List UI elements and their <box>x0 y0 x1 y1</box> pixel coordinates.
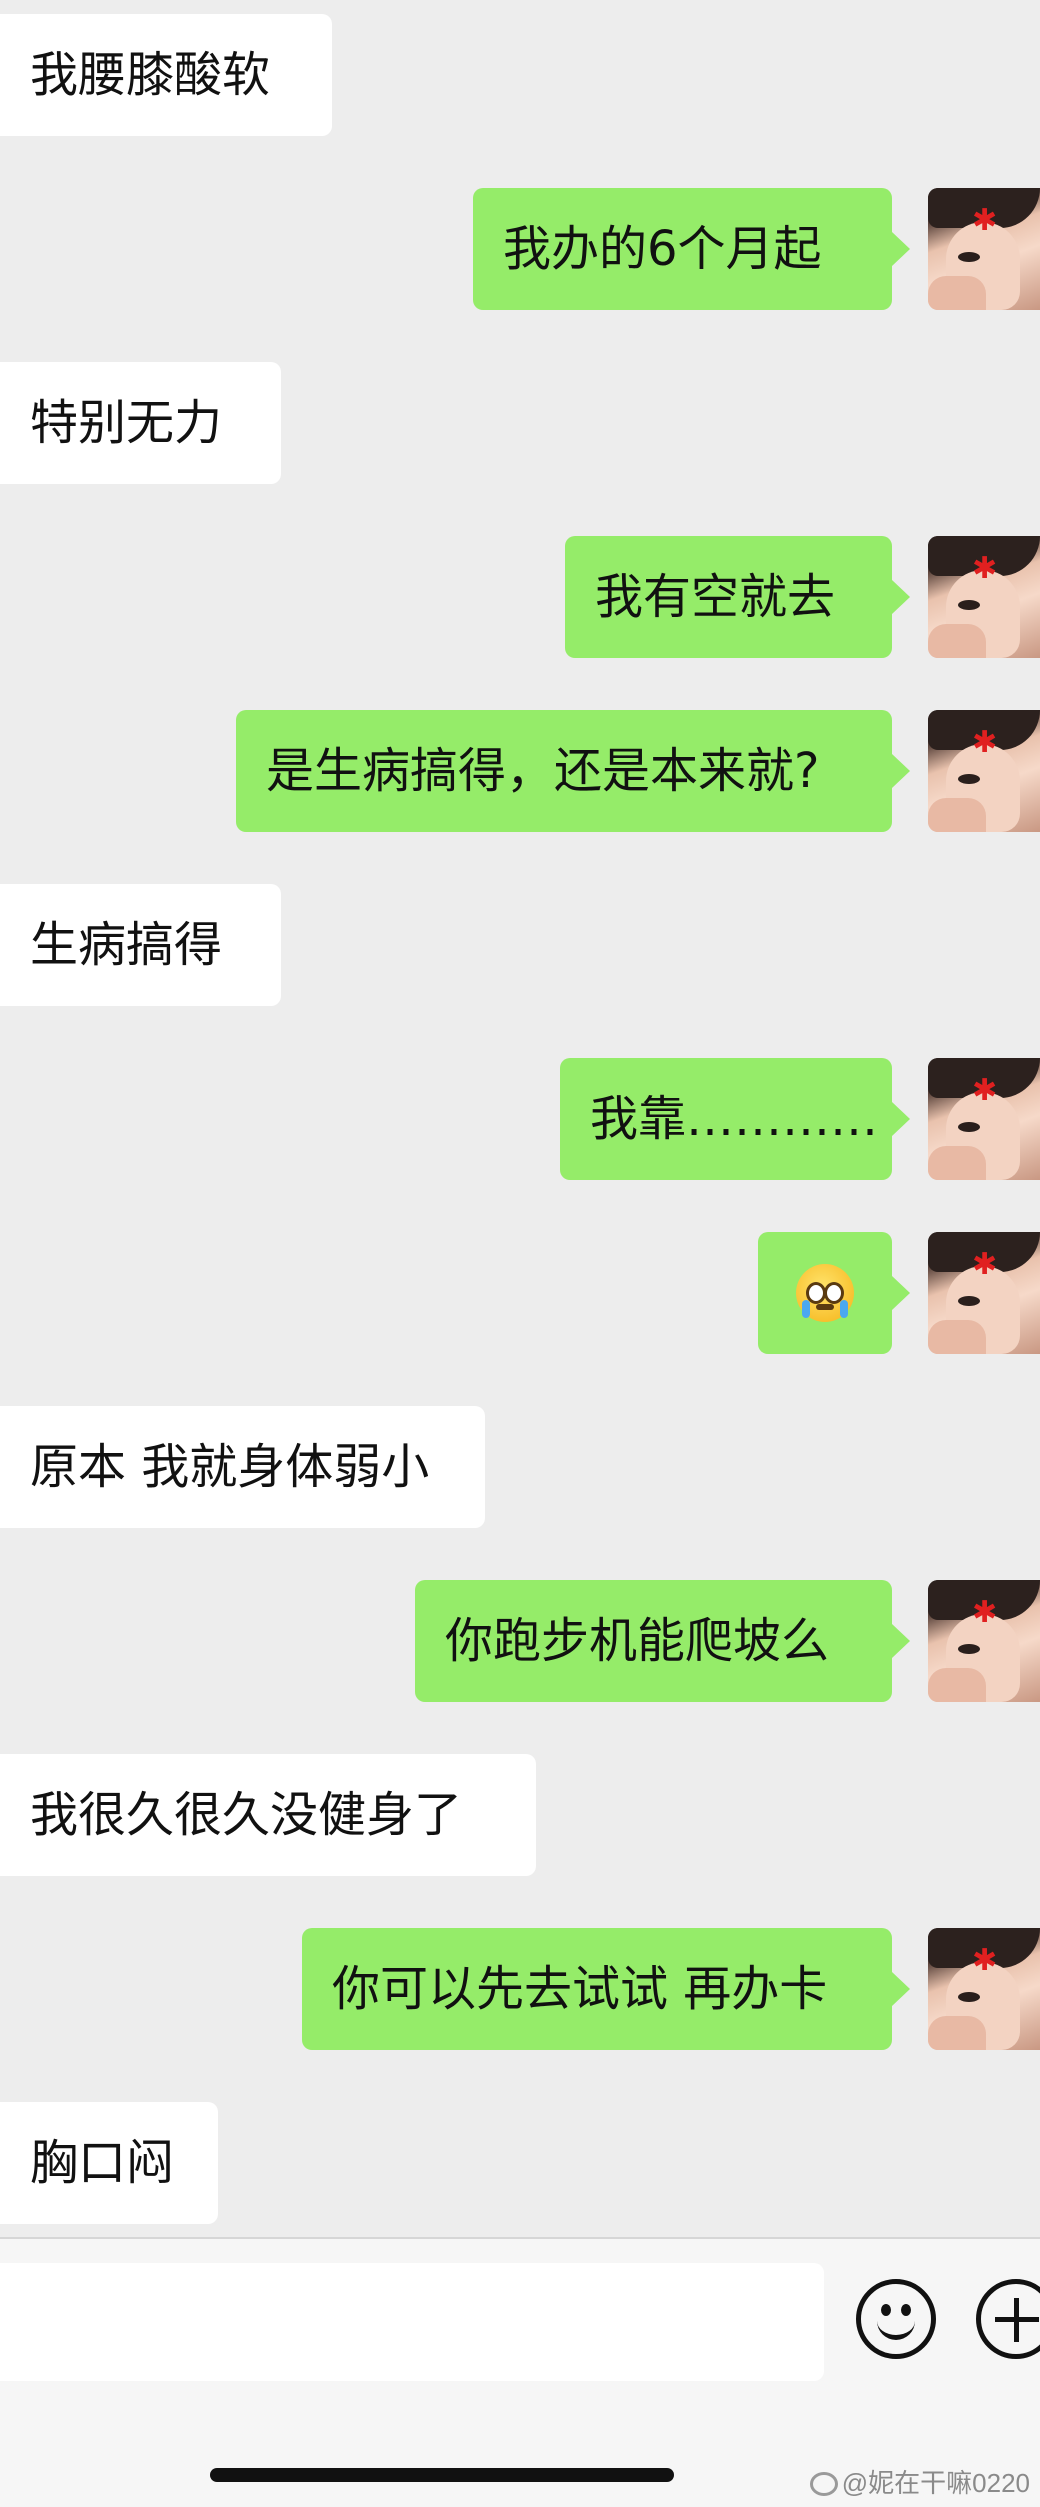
outgoing-message-bubble[interactable]: 我办的6个月起 <box>473 188 910 310</box>
crying-face-emoji-icon <box>796 1264 854 1322</box>
anger-mark-icon: ✱ <box>972 1073 998 1108</box>
anger-mark-icon: ✱ <box>972 1247 998 1282</box>
message-text: 我靠………… <box>590 1091 879 1147</box>
avatar[interactable]: ✱ <box>928 188 1040 310</box>
message-row: 我有空就去 ✱ <box>0 536 1040 658</box>
anger-mark-icon: ✱ <box>972 1943 998 1978</box>
incoming-message-bubble[interactable]: 特别无力 <box>0 362 281 484</box>
incoming-message-bubble[interactable]: 我腰膝酸软 <box>0 14 332 136</box>
message-row: 特别无力 <box>0 362 1040 484</box>
incoming-message-bubble[interactable]: 生病搞得 <box>0 884 281 1006</box>
message-text: 原本 我就身体弱小 <box>30 1439 430 1495</box>
message-row: 我腰膝酸软 <box>0 14 1040 136</box>
avatar[interactable]: ✱ <box>928 1232 1040 1354</box>
avatar[interactable]: ✱ <box>928 1928 1040 2050</box>
anger-mark-icon: ✱ <box>972 1595 998 1630</box>
outgoing-message-bubble[interactable]: 你跑步机能爬坡么 <box>415 1580 910 1702</box>
weibo-logo-icon <box>809 2472 838 2496</box>
message-row: 你可以先去试试 再办卡 ✱ <box>0 1928 1040 2050</box>
avatar[interactable]: ✱ <box>928 1580 1040 1702</box>
message-row: ✱ <box>0 1232 1040 1354</box>
avatar[interactable]: ✱ <box>928 536 1040 658</box>
incoming-message-bubble[interactable]: 原本 我就身体弱小 <box>0 1406 485 1528</box>
message-row: 是生病搞得，还是本来就? ✱ <box>0 710 1040 832</box>
outgoing-message-bubble[interactable]: 我有空就去 <box>565 536 910 658</box>
anger-mark-icon: ✱ <box>972 203 998 238</box>
message-text: 你可以先去试试 再办卡 <box>332 1961 828 2017</box>
message-text: 是生病搞得，还是本来就? <box>266 743 820 799</box>
message-row: 生病搞得 <box>0 884 1040 1006</box>
message-text: 胸口闷 <box>30 2135 175 2191</box>
message-input[interactable] <box>0 2263 824 2381</box>
avatar[interactable]: ✱ <box>928 1058 1040 1180</box>
home-indicator[interactable] <box>210 2468 674 2482</box>
message-row: 胸口闷 <box>0 2102 1040 2224</box>
message-text: 我办的6个月起 <box>503 221 822 277</box>
message-text: 生病搞得 <box>30 917 223 973</box>
plus-button[interactable] <box>976 2279 1040 2359</box>
anger-mark-icon: ✱ <box>972 725 998 760</box>
smiley-face-icon <box>881 2304 891 2316</box>
message-row: 你跑步机能爬坡么 ✱ <box>0 1580 1040 1702</box>
message-row: 我很久很久没健身了 <box>0 1754 1040 1876</box>
outgoing-message-bubble[interactable] <box>758 1232 910 1354</box>
message-row: 我办的6个月起 ✱ <box>0 188 1040 310</box>
anger-mark-icon: ✱ <box>972 551 998 586</box>
emoji-button[interactable] <box>856 2279 936 2359</box>
incoming-message-bubble[interactable]: 胸口闷 <box>0 2102 218 2224</box>
message-text: 我很久很久没健身了 <box>30 1787 463 1843</box>
message-text: 我腰膝酸软 <box>30 47 271 103</box>
incoming-message-bubble[interactable]: 我很久很久没健身了 <box>0 1754 536 1876</box>
watermark-text: @妮在干嘛0220 <box>841 2468 1030 2498</box>
message-row: 我靠………… ✱ <box>0 1058 1040 1180</box>
message-text: 我有空就去 <box>595 569 836 625</box>
chat-message-list[interactable]: 我腰膝酸软 我办的6个月起 ✱ 特别无力 我有空就去 ✱ 是生病搞得，还是本来就… <box>0 0 1040 2237</box>
watermark: @妮在干嘛0220 <box>809 2466 1030 2500</box>
message-row: 原本 我就身体弱小 <box>0 1406 1040 1528</box>
outgoing-message-bubble[interactable]: 是生病搞得，还是本来就? <box>236 710 910 832</box>
message-text: 特别无力 <box>30 395 223 451</box>
message-text: 你跑步机能爬坡么 <box>445 1613 830 1669</box>
outgoing-message-bubble[interactable]: 你可以先去试试 再办卡 <box>302 1928 910 2050</box>
avatar[interactable]: ✱ <box>928 710 1040 832</box>
outgoing-message-bubble[interactable]: 我靠………… <box>560 1058 910 1180</box>
